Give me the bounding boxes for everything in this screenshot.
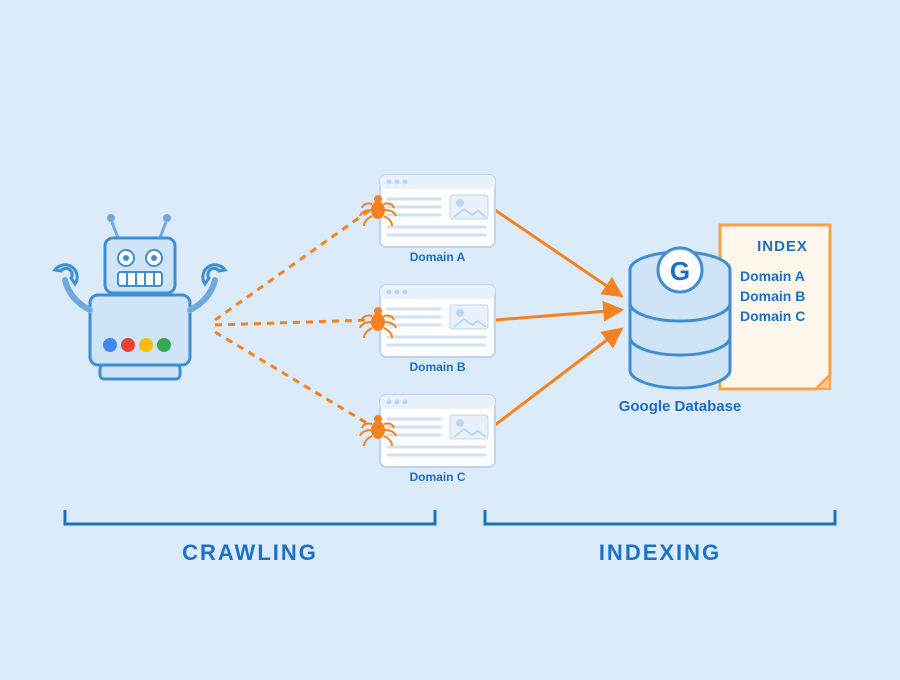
- domain-a-label: Domain A: [395, 250, 480, 264]
- index-entry-0: Domain A: [740, 268, 830, 284]
- crawl-lines: [215, 210, 370, 425]
- robot-icon: [55, 214, 225, 379]
- index-title: INDEX: [740, 238, 825, 255]
- index-arrows: [495, 210, 620, 425]
- domain-b-label: Domain B: [395, 360, 480, 374]
- database-label: Google Database: [605, 398, 755, 415]
- section-crawling: CRAWLING: [65, 540, 435, 566]
- bracket-left: [65, 510, 435, 524]
- bracket-right: [485, 510, 835, 524]
- database-g-letter: G: [670, 256, 690, 286]
- index-entry-1: Domain B: [740, 288, 830, 304]
- section-indexing: INDEXING: [485, 540, 835, 566]
- domain-cards: [380, 175, 495, 467]
- database-icon: G: [630, 248, 730, 388]
- index-entry-2: Domain C: [740, 308, 830, 324]
- domain-c-label: Domain C: [395, 470, 480, 484]
